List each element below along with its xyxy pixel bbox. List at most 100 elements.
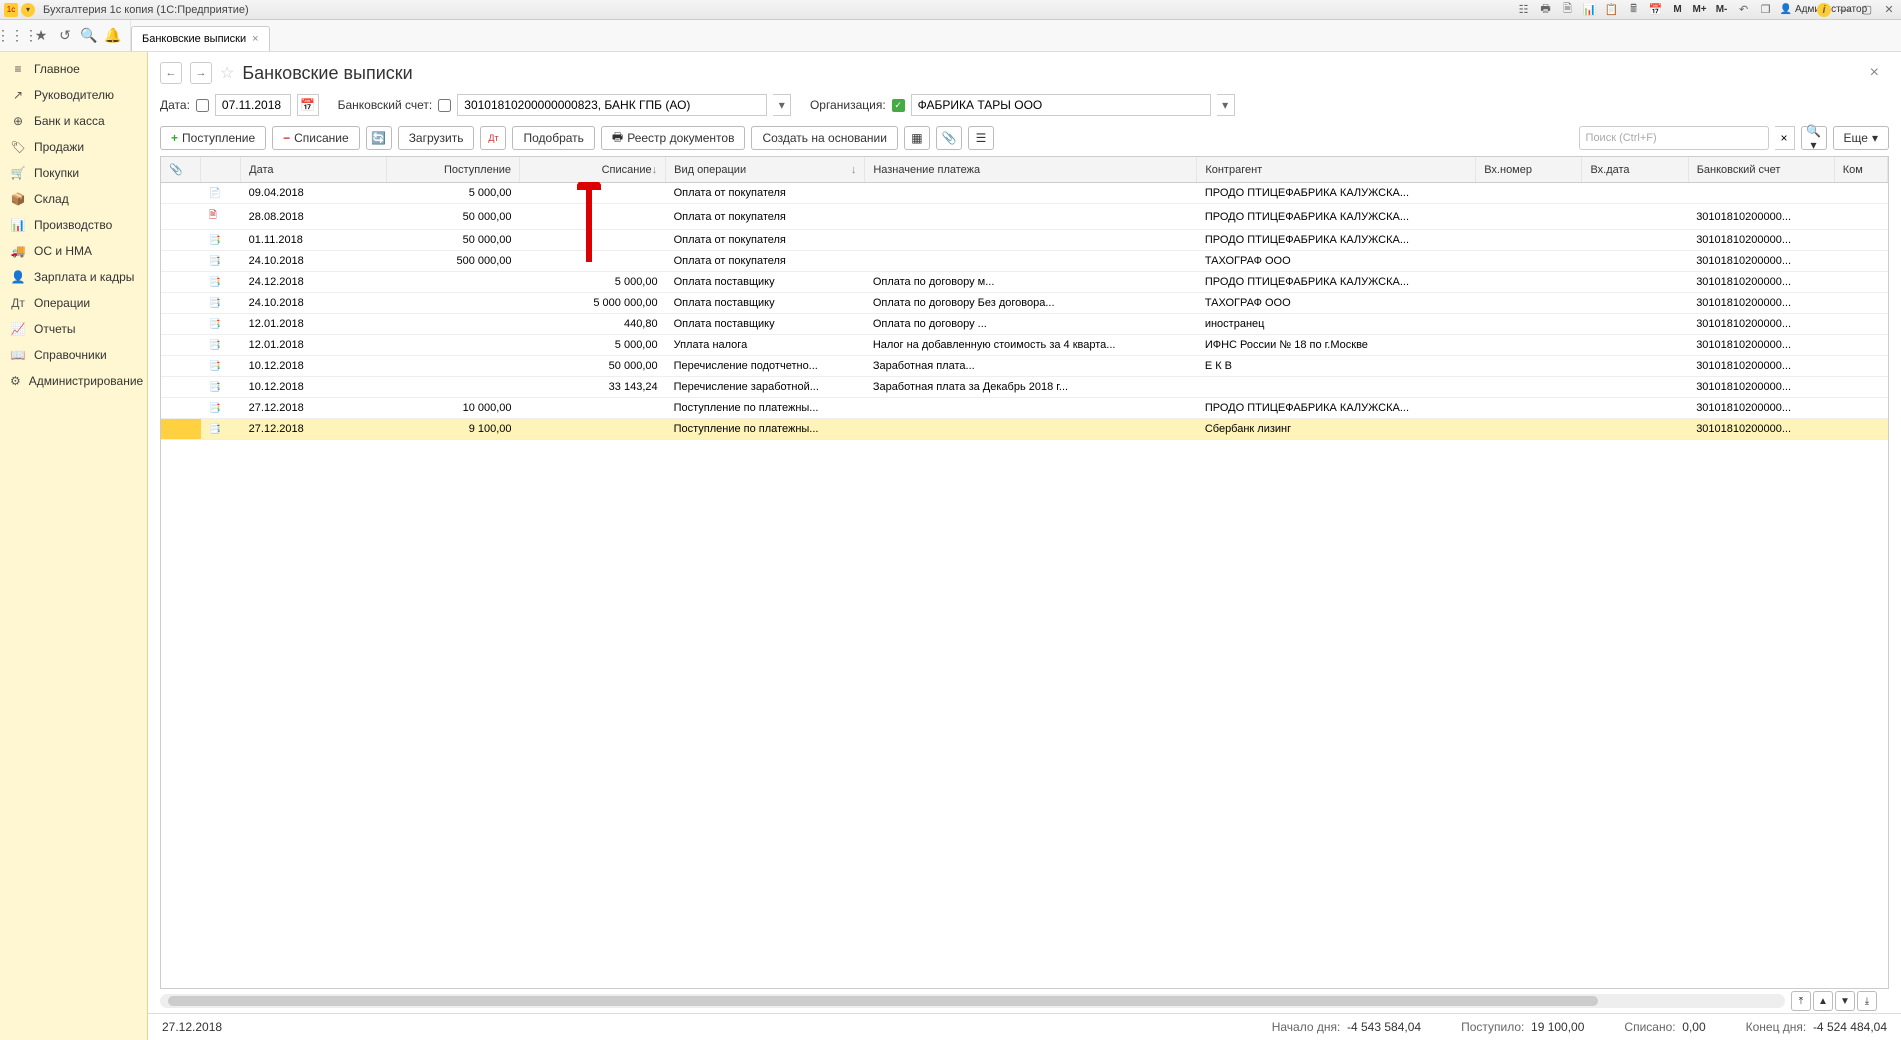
- calendar-icon[interactable]: 📅: [1648, 3, 1664, 16]
- forward-button[interactable]: →: [190, 62, 212, 84]
- create-based-button[interactable]: Создать на основании: [751, 126, 898, 150]
- column-account[interactable]: Банковский счет: [1688, 157, 1834, 183]
- chart-icon[interactable]: 📊: [1582, 3, 1598, 16]
- back-icon[interactable]: ↶: [1736, 3, 1752, 16]
- sidebar-item-2[interactable]: ⊕Банк и касса: [0, 108, 147, 134]
- out-label: Списано:: [1624, 1020, 1675, 1034]
- column-income[interactable]: Поступление: [387, 157, 520, 183]
- table-row[interactable]: 🗎28.08.201850 000,00Оплата от покупателя…: [161, 204, 1888, 230]
- sidebar-item-4[interactable]: 🛒Покупки: [0, 160, 147, 186]
- statements-table[interactable]: 📎 ДатаПоступлениеСписание↓Вид операции↓На…: [161, 157, 1888, 440]
- star-icon[interactable]: ★: [30, 25, 52, 47]
- scroll-down-button[interactable]: ▼: [1835, 991, 1855, 1011]
- table-row[interactable]: 📑27.12.201810 000,00Поступление по плате…: [161, 398, 1888, 419]
- history-icon[interactable]: ↺: [54, 25, 76, 47]
- expense-button[interactable]: −Списание: [272, 126, 360, 150]
- table-row[interactable]: 📑10.12.201850 000,00Перечисление подотче…: [161, 356, 1888, 377]
- info-icon[interactable]: i: [1817, 3, 1831, 17]
- table-row[interactable]: 📑10.12.201833 143,24Перечисление заработ…: [161, 377, 1888, 398]
- window-icon[interactable]: ❐: [1758, 3, 1774, 16]
- tab-bank-statements[interactable]: Банковские выписки ×: [131, 26, 270, 51]
- refresh-button[interactable]: 🔄: [366, 126, 392, 150]
- column-indate[interactable]: Вх.дата: [1582, 157, 1688, 183]
- income-button[interactable]: +Поступление: [160, 126, 266, 150]
- table-row[interactable]: 📑24.10.20185 000 000,00Оплата поставщику…: [161, 293, 1888, 314]
- dt-kt-button[interactable]: Дт: [480, 126, 506, 150]
- more-button[interactable]: Еще ▾: [1833, 126, 1889, 150]
- search-clear[interactable]: ×: [1775, 126, 1795, 150]
- load-button[interactable]: Загрузить: [398, 126, 475, 150]
- page-close-icon[interactable]: ×: [1870, 64, 1889, 82]
- sidebar-item-7[interactable]: 🚚ОС и НМА: [0, 238, 147, 264]
- cell-icon: 📑: [201, 335, 241, 356]
- sidebar-item-9[interactable]: ДтОперации: [0, 290, 147, 316]
- tab-close-icon[interactable]: ×: [252, 33, 258, 45]
- org-select[interactable]: ФАБРИКА ТАРЫ ООО: [911, 94, 1211, 116]
- nav-icon[interactable]: ☷: [1516, 3, 1532, 16]
- registry-button[interactable]: 🖶 Реестр документов: [601, 126, 746, 150]
- org-filter-checkbox[interactable]: ✓: [892, 99, 905, 112]
- org-dropdown-icon[interactable]: ▾: [1217, 94, 1235, 116]
- search-input[interactable]: Поиск (Ctrl+F): [1579, 126, 1769, 150]
- scroll-bottom-button[interactable]: ⤓: [1857, 991, 1877, 1011]
- app-menu-dropdown[interactable]: ▾: [21, 3, 35, 17]
- sidebar-item-12[interactable]: ⚙Администрирование: [0, 368, 147, 394]
- sidebar-item-10[interactable]: 📈Отчеты: [0, 316, 147, 342]
- m-button[interactable]: M: [1670, 4, 1686, 15]
- clip-icon[interactable]: 📋: [1604, 3, 1620, 16]
- date-filter-checkbox[interactable]: [196, 99, 209, 112]
- column-expense[interactable]: Списание↓: [520, 157, 666, 183]
- sidebar-item-11[interactable]: 📖Справочники: [0, 342, 147, 368]
- table-row[interactable]: 📑27.12.20189 100,00Поступление по платеж…: [161, 419, 1888, 440]
- maximize-icon[interactable]: ▢: [1859, 3, 1875, 16]
- bank-dropdown-icon[interactable]: ▾: [773, 94, 791, 116]
- sidebar-item-0[interactable]: ≡Главное: [0, 56, 147, 82]
- cell-expense: 5 000,00: [520, 272, 666, 293]
- column-innum[interactable]: Вх.номер: [1476, 157, 1582, 183]
- date-input[interactable]: [215, 94, 291, 116]
- minimize-icon[interactable]: —: [1837, 4, 1853, 16]
- search-icon[interactable]: 🔍: [78, 25, 100, 47]
- attach-button[interactable]: 📎: [936, 126, 962, 150]
- table-row[interactable]: 📑12.01.2018440,80Оплата поставщикуОплата…: [161, 314, 1888, 335]
- print-icon[interactable]: 🖶: [1538, 0, 1554, 19]
- scroll-top-button[interactable]: ⤒: [1791, 991, 1811, 1011]
- bank-filter-checkbox[interactable]: [438, 99, 451, 112]
- m-minus-button[interactable]: M-: [1714, 4, 1730, 15]
- column-contractor[interactable]: Контрагент: [1197, 157, 1476, 183]
- column-purpose[interactable]: Назначение платежа: [865, 157, 1197, 183]
- sidebar-item-6[interactable]: 📊Производство: [0, 212, 147, 238]
- apps-icon[interactable]: ⋮⋮⋮: [6, 25, 28, 47]
- m-plus-button[interactable]: M+: [1692, 4, 1708, 15]
- bell-icon[interactable]: 🔔: [102, 25, 124, 47]
- sidebar-item-3[interactable]: 🏷Продажи: [0, 134, 147, 160]
- calendar-button[interactable]: 📅: [297, 94, 319, 116]
- table-row[interactable]: 📑24.10.2018500 000,00Оплата от покупател…: [161, 251, 1888, 272]
- scroll-up-button[interactable]: ▲: [1813, 991, 1833, 1011]
- find-button[interactable]: 🔍▾: [1801, 126, 1827, 150]
- column-attach[interactable]: 📎: [161, 157, 201, 183]
- table-row[interactable]: 📑24.12.20185 000,00Оплата поставщикуОпла…: [161, 272, 1888, 293]
- list-button[interactable]: ☰: [968, 126, 994, 150]
- column-icon[interactable]: [201, 157, 241, 183]
- bank-select[interactable]: 30101810200000000823, БАНК ГПБ (АО): [457, 94, 767, 116]
- close-icon[interactable]: ✕: [1881, 3, 1897, 16]
- horizontal-scrollbar[interactable]: [160, 994, 1785, 1008]
- favorite-icon[interactable]: ☆: [220, 63, 234, 83]
- column-optype[interactable]: Вид операции↓: [666, 157, 865, 183]
- sidebar-item-5[interactable]: 📦Склад: [0, 186, 147, 212]
- select-button[interactable]: Подобрать: [512, 126, 594, 150]
- sidebar-item-1[interactable]: ↗Руководителю: [0, 82, 147, 108]
- column-comm[interactable]: Ком: [1834, 157, 1887, 183]
- layout-button[interactable]: ▦: [904, 126, 930, 150]
- calc-icon[interactable]: 🖩: [1626, 0, 1642, 19]
- cell-account: 30101810200000...: [1688, 419, 1834, 440]
- sidebar-item-8[interactable]: 👤Зарплата и кадры: [0, 264, 147, 290]
- column-date[interactable]: Дата: [241, 157, 387, 183]
- table-row[interactable]: 📑12.01.20185 000,00Уплата налогаНалог на…: [161, 335, 1888, 356]
- table-row[interactable]: 📄09.04.20185 000,00Оплата от покупателяП…: [161, 183, 1888, 204]
- table-row[interactable]: 📑01.11.201850 000,00Оплата от покупателя…: [161, 230, 1888, 251]
- user-label[interactable]: 👤 Администратор: [1780, 4, 1811, 15]
- doc-icon[interactable]: 🗎: [1560, 0, 1576, 19]
- back-button[interactable]: ←: [160, 62, 182, 84]
